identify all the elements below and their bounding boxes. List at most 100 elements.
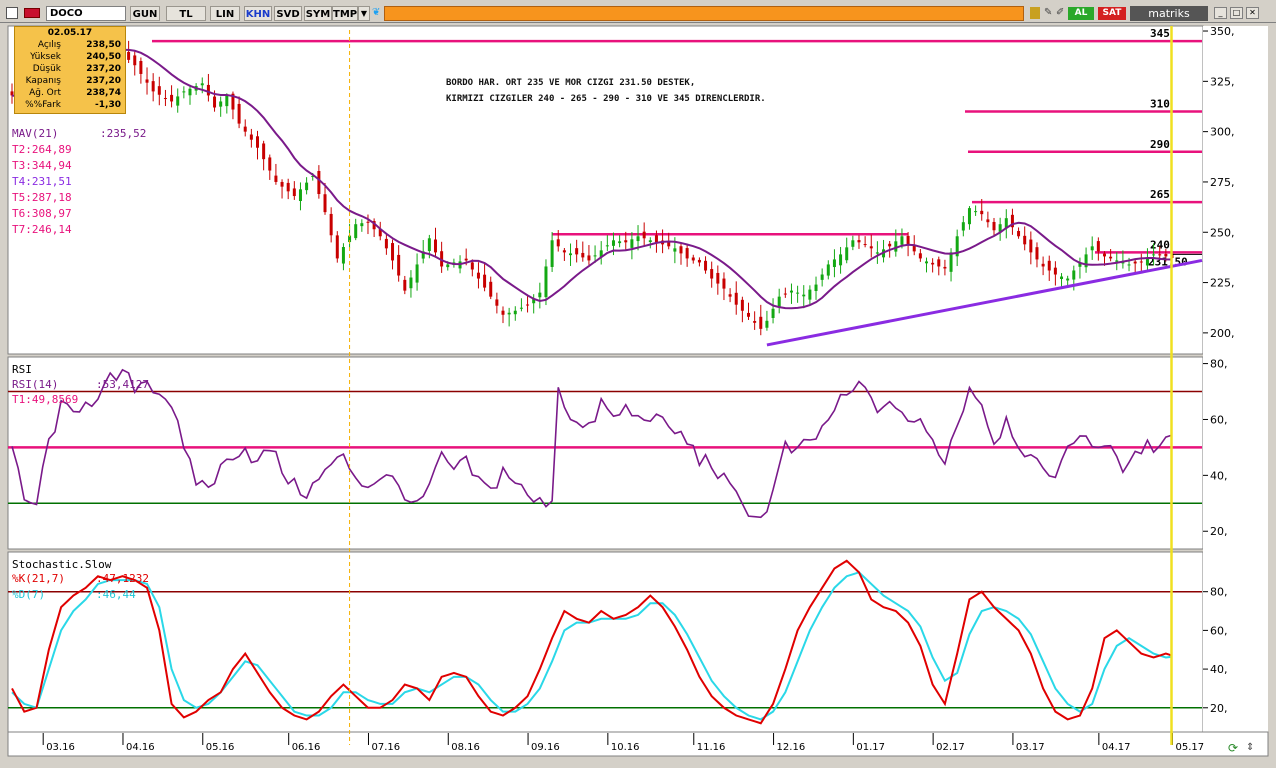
- legend-t6: T6:308,97: [12, 207, 72, 220]
- lock-icon[interactable]: [1030, 7, 1040, 19]
- twitter-icon[interactable]: ❦: [372, 7, 382, 19]
- rsi-t1-legend: T1:49,8569: [12, 393, 79, 406]
- maximize-icon[interactable]: □: [1230, 7, 1243, 19]
- info-key: Düşük: [32, 64, 61, 74]
- candle-body: [618, 241, 622, 244]
- button-tmp[interactable]: TMP: [332, 6, 358, 21]
- candle-body: [961, 222, 965, 231]
- candle-body: [747, 312, 751, 317]
- info-value: 237,20: [86, 76, 121, 86]
- candle-body: [771, 308, 775, 318]
- candle-body: [526, 304, 530, 306]
- candle-body: [765, 320, 769, 328]
- candle-body: [476, 272, 480, 279]
- flag-icon[interactable]: [24, 8, 40, 18]
- info-key: Yüksek: [30, 52, 61, 62]
- legend-t4: T4:231,51: [12, 175, 72, 188]
- style-button-khn[interactable]: KHN: [244, 6, 272, 21]
- candle-body: [900, 236, 904, 245]
- rsi-axis-label: 20,: [1210, 525, 1228, 538]
- candle-body: [280, 181, 284, 187]
- candle-body: [980, 210, 984, 215]
- candle-body: [569, 253, 573, 256]
- candle-body: [286, 182, 290, 192]
- candle-body: [139, 60, 143, 74]
- currency-button-tl[interactable]: TL: [166, 6, 206, 21]
- candle-body: [673, 248, 677, 252]
- candle-body: [974, 211, 978, 213]
- candle-body: [642, 231, 646, 239]
- chart-type-icon[interactable]: [6, 7, 18, 19]
- candle-body: [1139, 261, 1143, 263]
- candle-body: [826, 264, 830, 276]
- candle-body: [335, 235, 339, 259]
- candle-body: [133, 55, 137, 66]
- pencil-icon[interactable]: ✎: [1044, 7, 1054, 19]
- button-svd[interactable]: SVD: [274, 6, 302, 21]
- candle-body: [274, 175, 278, 182]
- buy-button[interactable]: AL: [1068, 7, 1094, 20]
- candle-body: [354, 224, 358, 239]
- info-value: 238,50: [86, 40, 121, 50]
- candle-body: [728, 294, 732, 297]
- period-button-gun[interactable]: GUN: [130, 6, 160, 21]
- symbol-input[interactable]: DOCO: [46, 6, 126, 21]
- news-ticker-bar[interactable]: [384, 6, 1024, 21]
- candle-body: [734, 292, 738, 305]
- candle-body: [691, 257, 695, 261]
- rsi-axis-label: 40,: [1210, 469, 1228, 482]
- legend-value: :47,1232: [96, 572, 149, 585]
- button-sym[interactable]: SYM: [304, 6, 332, 21]
- level-label: 345: [1150, 27, 1170, 40]
- candle-body: [188, 88, 192, 96]
- candle-body: [759, 316, 763, 329]
- close-icon[interactable]: ✕: [1246, 7, 1259, 19]
- candle-body: [789, 290, 793, 293]
- sell-button[interactable]: SAT: [1098, 7, 1126, 20]
- chart-area[interactable]: 345310290265240231.50 03.16 04.16 05.16 06.…: [0, 22, 1276, 768]
- candle-body: [329, 213, 333, 236]
- candle-body: [1133, 261, 1137, 264]
- info-value: 238,74: [86, 88, 121, 98]
- legend-mav: MAV(21):235,52: [12, 127, 146, 140]
- candle-body: [384, 238, 388, 249]
- legend-value: :46,44: [96, 588, 136, 601]
- candle-body: [722, 278, 726, 289]
- brush-icon[interactable]: ✐: [1056, 7, 1066, 19]
- candle-body: [409, 277, 413, 289]
- candle-body: [292, 188, 296, 197]
- candle-body: [176, 96, 180, 106]
- candle-body: [875, 252, 879, 254]
- candle-body: [1023, 235, 1027, 245]
- date-label: 10.16: [611, 742, 640, 753]
- info-value: 240,50: [86, 52, 121, 62]
- stoch-d-legend: %D(7):46,44: [12, 588, 136, 601]
- info-row-low: Düşük 237,20: [15, 63, 125, 75]
- candle-body: [648, 240, 652, 243]
- minimize-icon[interactable]: _: [1214, 7, 1227, 19]
- toolbar: DOCO GUN TL LIN KHN SVD SYM TMP ▼ ❦ ✎ ✐ …: [0, 0, 1276, 23]
- dropdown-arrow-icon[interactable]: ▼: [358, 6, 370, 21]
- date-label: 05.16: [206, 742, 235, 753]
- candle-body: [931, 262, 935, 265]
- price-axis-label: 350,: [1210, 25, 1235, 38]
- info-row-open: Açılış 238,50: [15, 39, 125, 51]
- date-label: 03.16: [46, 742, 75, 753]
- candle-body: [1109, 256, 1113, 259]
- stoch-axis-label: 20,: [1210, 702, 1228, 715]
- candle-body: [832, 259, 836, 268]
- stoch-title: Stochastic.Slow: [12, 558, 112, 571]
- candle-body: [937, 259, 941, 267]
- candle-body: [219, 101, 223, 107]
- scale-button-lin[interactable]: LIN: [210, 6, 240, 21]
- scroll-icon[interactable]: ⇕: [1246, 741, 1260, 755]
- candle-body: [685, 248, 689, 259]
- candle-body: [225, 95, 229, 107]
- stoch-axis-label: 60,: [1210, 624, 1228, 637]
- candle-body: [581, 252, 585, 258]
- candle-body: [391, 243, 395, 261]
- candle-body: [587, 255, 591, 261]
- info-row-change: %%Fark -1,30: [15, 99, 125, 111]
- candle-body: [1047, 260, 1051, 271]
- refresh-icon[interactable]: ⟳: [1228, 741, 1242, 755]
